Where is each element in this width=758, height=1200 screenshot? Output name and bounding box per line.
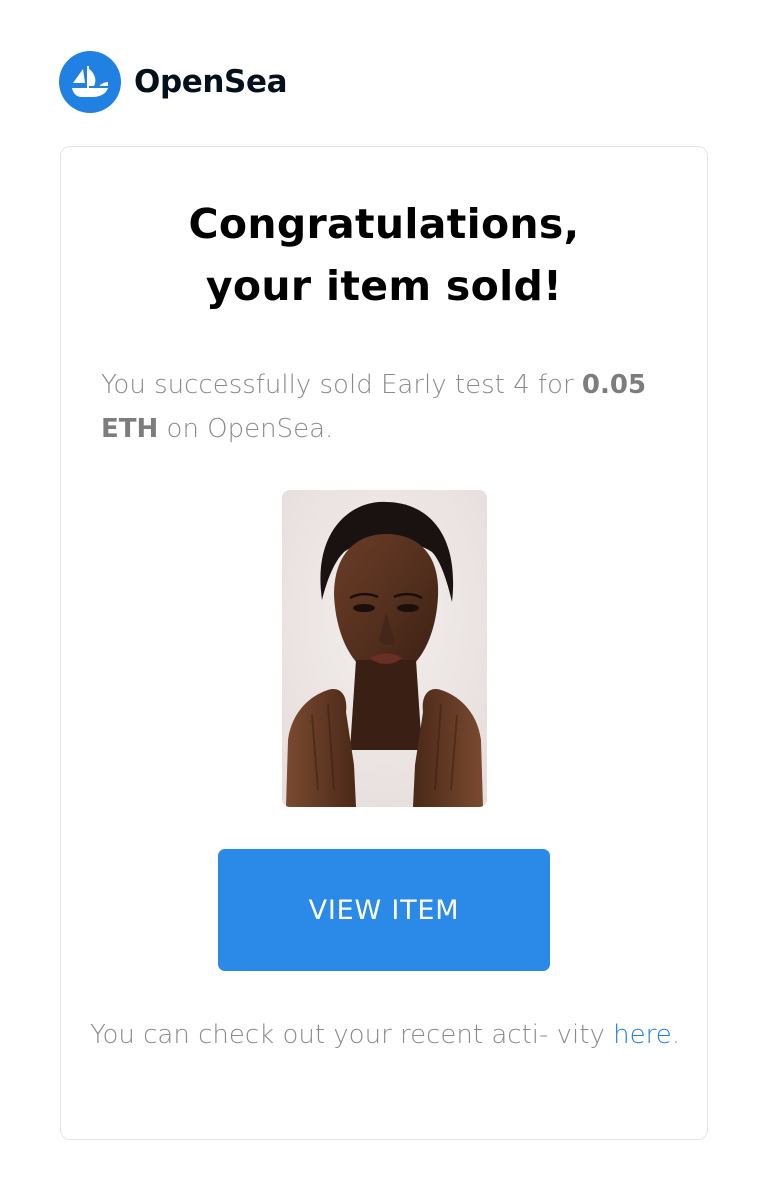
sale-confirmation-card: Congratulations, your item sold! You suc… [60, 146, 708, 1140]
nft-portrait-image [282, 490, 487, 807]
recent-activity-period: . [671, 1020, 680, 1050]
recent-activity-link[interactable]: here [613, 1020, 672, 1050]
recent-activity-text: You can check out your recent acti- vity [90, 1020, 614, 1050]
view-item-button[interactable]: VIEW ITEM [218, 849, 550, 971]
sale-message-prefix: You successfully sold Early test 4 for [101, 370, 582, 400]
headline-line-1: Congratulations, [188, 200, 580, 248]
recent-activity-note: You can check out your recent acti- vity… [81, 1013, 689, 1057]
headline-line-2: your item sold! [205, 262, 563, 310]
sale-message: You successfully sold Early test 4 for 0… [101, 363, 669, 451]
sale-message-suffix: on OpenSea. [158, 414, 334, 444]
opensea-logo-icon [59, 51, 121, 113]
congratulations-headline: Congratulations, your item sold! [61, 193, 707, 317]
brand-name: OpenSea [134, 64, 288, 100]
brand-header: OpenSea [59, 51, 288, 113]
